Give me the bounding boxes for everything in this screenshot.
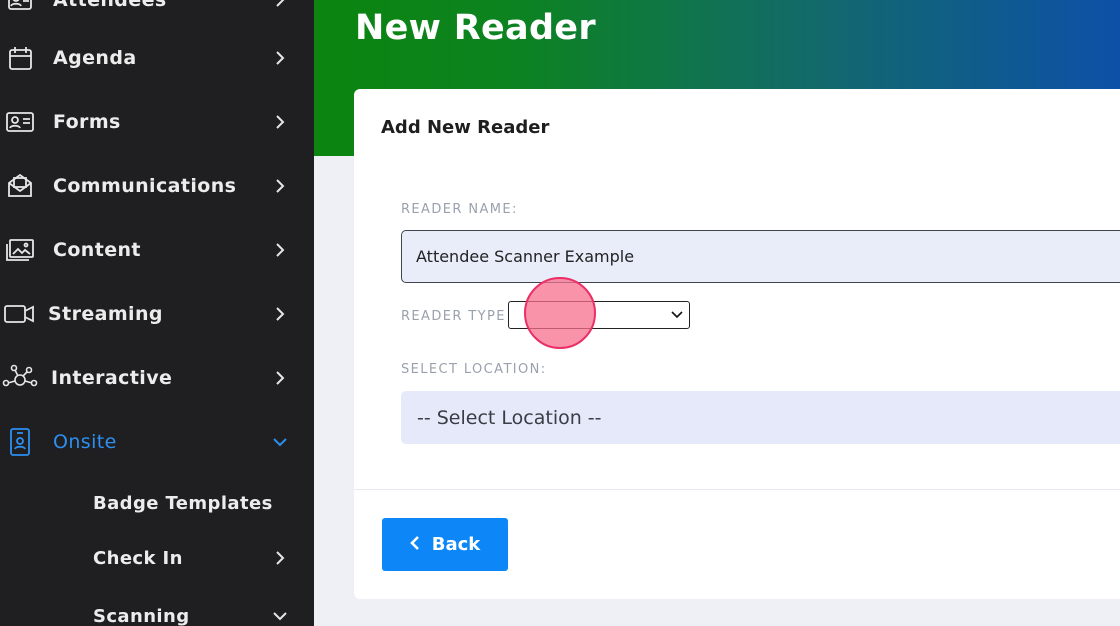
images-icon [2,232,38,268]
sidebar-subitem-label: Scanning [93,605,190,626]
sidebar-item-label: Content [53,239,141,261]
sidebar-item-label: Communications [53,175,237,197]
envelope-open-icon [2,168,38,204]
calendar-icon [2,40,38,76]
sidebar-subitem-label: Check In [93,547,183,569]
select-location-label: SELECT LOCATION: [401,362,547,377]
card-divider [354,489,1120,490]
sidebar-subitem-badge-templates[interactable]: Badge Templates [0,481,314,525]
reader-type-label: READER TYPE [401,309,506,324]
sidebar-item-interactive[interactable]: Interactive [0,356,314,400]
sidebar-item-label: Forms [53,111,121,133]
sidebar-item-attendees[interactable]: Attendees [0,0,314,22]
video-camera-icon [2,296,38,332]
chevron-left-icon [409,534,420,555]
reader-name-label: READER NAME: [401,202,518,217]
id-card-icon [2,104,38,140]
click-indicator [524,277,596,349]
chevron-right-icon [270,48,290,68]
chevron-right-icon [270,0,290,10]
back-button[interactable]: Back [382,518,508,571]
sidebar-item-communications[interactable]: Communications [0,164,314,208]
chevron-right-icon [270,112,290,132]
chevron-down-icon [669,307,685,323]
chevron-right-icon [270,240,290,260]
sidebar-item-content[interactable]: Content [0,228,314,272]
form-card: Add New Reader READER NAME: READER TYPE … [354,89,1120,599]
back-button-label: Back [431,534,481,555]
chevron-right-icon [270,368,290,388]
badge-icon [2,424,38,460]
card-title: Add New Reader [381,117,550,138]
sidebar-item-onsite[interactable]: Onsite [0,420,314,464]
chevron-down-icon [270,606,290,626]
sidebar-item-label: Streaming [48,303,163,325]
chevron-right-icon [270,304,290,324]
location-select[interactable]: -- Select Location -- [401,391,1120,444]
sidebar-subitem-label: Badge Templates [93,492,273,514]
sidebar-item-forms[interactable]: Forms [0,100,314,144]
sidebar-subitem-scanning[interactable]: Scanning [0,594,314,626]
network-nodes-icon [2,360,38,396]
location-select-value: -- Select Location -- [417,406,602,429]
page-title: New Reader [355,8,596,48]
sidebar-item-streaming[interactable]: Streaming [0,292,314,336]
sidebar-item-label: Onsite [53,431,117,453]
sidebar: Attendees Agenda Forms Communications Co… [0,0,314,626]
chevron-right-icon [270,176,290,196]
sidebar-subitem-check-in[interactable]: Check In [0,536,314,580]
chevron-down-icon [270,432,290,452]
reader-name-input[interactable] [401,230,1120,283]
sidebar-item-agenda[interactable]: Agenda [0,36,314,80]
sidebar-item-label: Agenda [53,47,137,69]
chevron-right-icon [270,548,290,568]
sidebar-item-label: Attendees [53,0,167,11]
user-list-icon [2,0,38,18]
sidebar-item-label: Interactive [51,367,173,389]
